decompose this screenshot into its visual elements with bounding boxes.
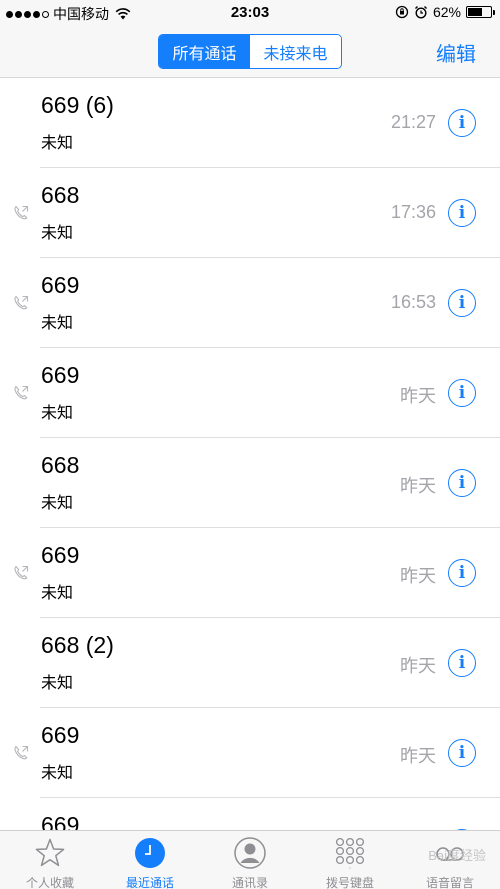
tab-contacts[interactable]: 通讯录 bbox=[200, 831, 300, 889]
caller-number: 668 (2) bbox=[41, 632, 114, 658]
tab-favorites[interactable]: 个人收藏 bbox=[0, 831, 100, 889]
outgoing-call-icon bbox=[14, 565, 29, 580]
navigation-bar: 所有通话 未接来电 编辑 bbox=[0, 26, 500, 78]
info-icon[interactable]: i bbox=[448, 379, 476, 407]
tab-label: 通讯录 bbox=[231, 876, 268, 889]
call-row[interactable]: 669 未知 昨天 i bbox=[0, 708, 500, 798]
call-time: 16:53 bbox=[390, 292, 436, 312]
info-icon[interactable]: i bbox=[448, 559, 476, 587]
call-row[interactable]: 668 未知 17:36 i bbox=[0, 168, 500, 258]
call-row[interactable]: 669 未知 16:53 i bbox=[0, 258, 500, 348]
alarm-icon bbox=[414, 6, 427, 19]
battery-percent: 62% bbox=[432, 4, 461, 20]
caller-number: 668 bbox=[41, 452, 80, 478]
caller-label: 未知 bbox=[41, 315, 74, 332]
caller-label: 未知 bbox=[41, 405, 74, 422]
call-row[interactable]: 669 未知 昨天 i bbox=[0, 348, 500, 438]
call-row[interactable]: 668 (2) 未知 昨天 i bbox=[0, 618, 500, 708]
tab-label: 最近通话 bbox=[125, 876, 174, 889]
caller-label: 未知 bbox=[41, 495, 74, 512]
caller-number: 668 bbox=[41, 182, 80, 208]
caller-label: 未知 bbox=[41, 765, 74, 782]
caller-number: 669 bbox=[41, 542, 80, 568]
tab-label: 个人收藏 bbox=[25, 876, 74, 889]
info-icon[interactable]: i bbox=[448, 289, 476, 317]
call-time: 昨天 bbox=[400, 566, 436, 586]
segment-missed-calls[interactable]: 未接来电 bbox=[250, 35, 341, 68]
tab-label: 语音留言 bbox=[425, 876, 474, 889]
call-row[interactable]: 668 未知 昨天 i bbox=[0, 438, 500, 528]
caller-number: 669 bbox=[41, 722, 80, 748]
outgoing-call-icon bbox=[14, 745, 29, 760]
call-row[interactable]: 669i bbox=[0, 798, 500, 830]
info-icon[interactable]: i bbox=[448, 199, 476, 227]
info-icon[interactable]: i bbox=[448, 649, 476, 677]
call-time: 昨天 bbox=[400, 386, 436, 406]
caller-label: 未知 bbox=[41, 225, 74, 242]
tab-recents[interactable]: 最近通话 bbox=[100, 831, 200, 889]
call-row[interactable]: 669 未知 昨天 i bbox=[0, 528, 500, 618]
caller-number: 669 bbox=[41, 362, 80, 388]
tab-label: 拨号键盘 bbox=[325, 876, 374, 889]
recent-calls-list[interactable]: 669 (6) 未知 21:27 i 668 未知 17:36 i 669 未知 16:53 i 669… bbox=[0, 78, 500, 830]
caller-label: 未知 bbox=[41, 135, 74, 152]
call-row[interactable]: 669 (6) 未知 21:27 i bbox=[0, 78, 500, 168]
star-icon bbox=[35, 838, 65, 867]
edit-button[interactable]: 编辑 bbox=[436, 38, 476, 67]
status-bar: 中国移动 23:03 62% bbox=[0, 0, 500, 26]
caller-label: 未知 bbox=[41, 585, 74, 602]
call-filter-segmented-control[interactable]: 所有通话 未接来电 bbox=[158, 34, 342, 69]
outgoing-call-icon bbox=[14, 205, 29, 220]
keypad-icon bbox=[335, 837, 365, 869]
clock-icon bbox=[135, 838, 165, 868]
battery-icon bbox=[466, 6, 495, 18]
call-time: 17:36 bbox=[390, 202, 436, 222]
outgoing-call-icon bbox=[14, 385, 29, 400]
tab-keypad[interactable]: 拨号键盘 bbox=[300, 831, 400, 889]
battery-level bbox=[468, 8, 482, 16]
segment-all-calls[interactable]: 所有通话 bbox=[159, 35, 250, 68]
outgoing-call-icon bbox=[14, 295, 29, 310]
info-icon[interactable]: i bbox=[448, 739, 476, 767]
info-icon[interactable]: i bbox=[448, 109, 476, 137]
call-time: 昨天 bbox=[400, 656, 436, 676]
watermark: Bai度经验 bbox=[428, 848, 486, 863]
caller-label: 未知 bbox=[41, 675, 74, 692]
call-time: 昨天 bbox=[400, 476, 436, 496]
call-time: 昨天 bbox=[400, 746, 436, 766]
caller-number: 669 bbox=[41, 272, 80, 298]
caller-number: 669 bbox=[41, 812, 80, 830]
tab-bar: 个人收藏 最近通话 通讯录 拨号键盘 语音留言 Bai度经验 bbox=[0, 830, 500, 889]
status-indicators: 62% bbox=[395, 4, 495, 20]
caller-number: 669 (6) bbox=[41, 92, 114, 118]
rotation-lock-icon bbox=[395, 5, 409, 19]
call-time: 21:27 bbox=[390, 112, 436, 132]
contact-icon bbox=[234, 837, 266, 869]
info-icon[interactable]: i bbox=[448, 469, 476, 497]
